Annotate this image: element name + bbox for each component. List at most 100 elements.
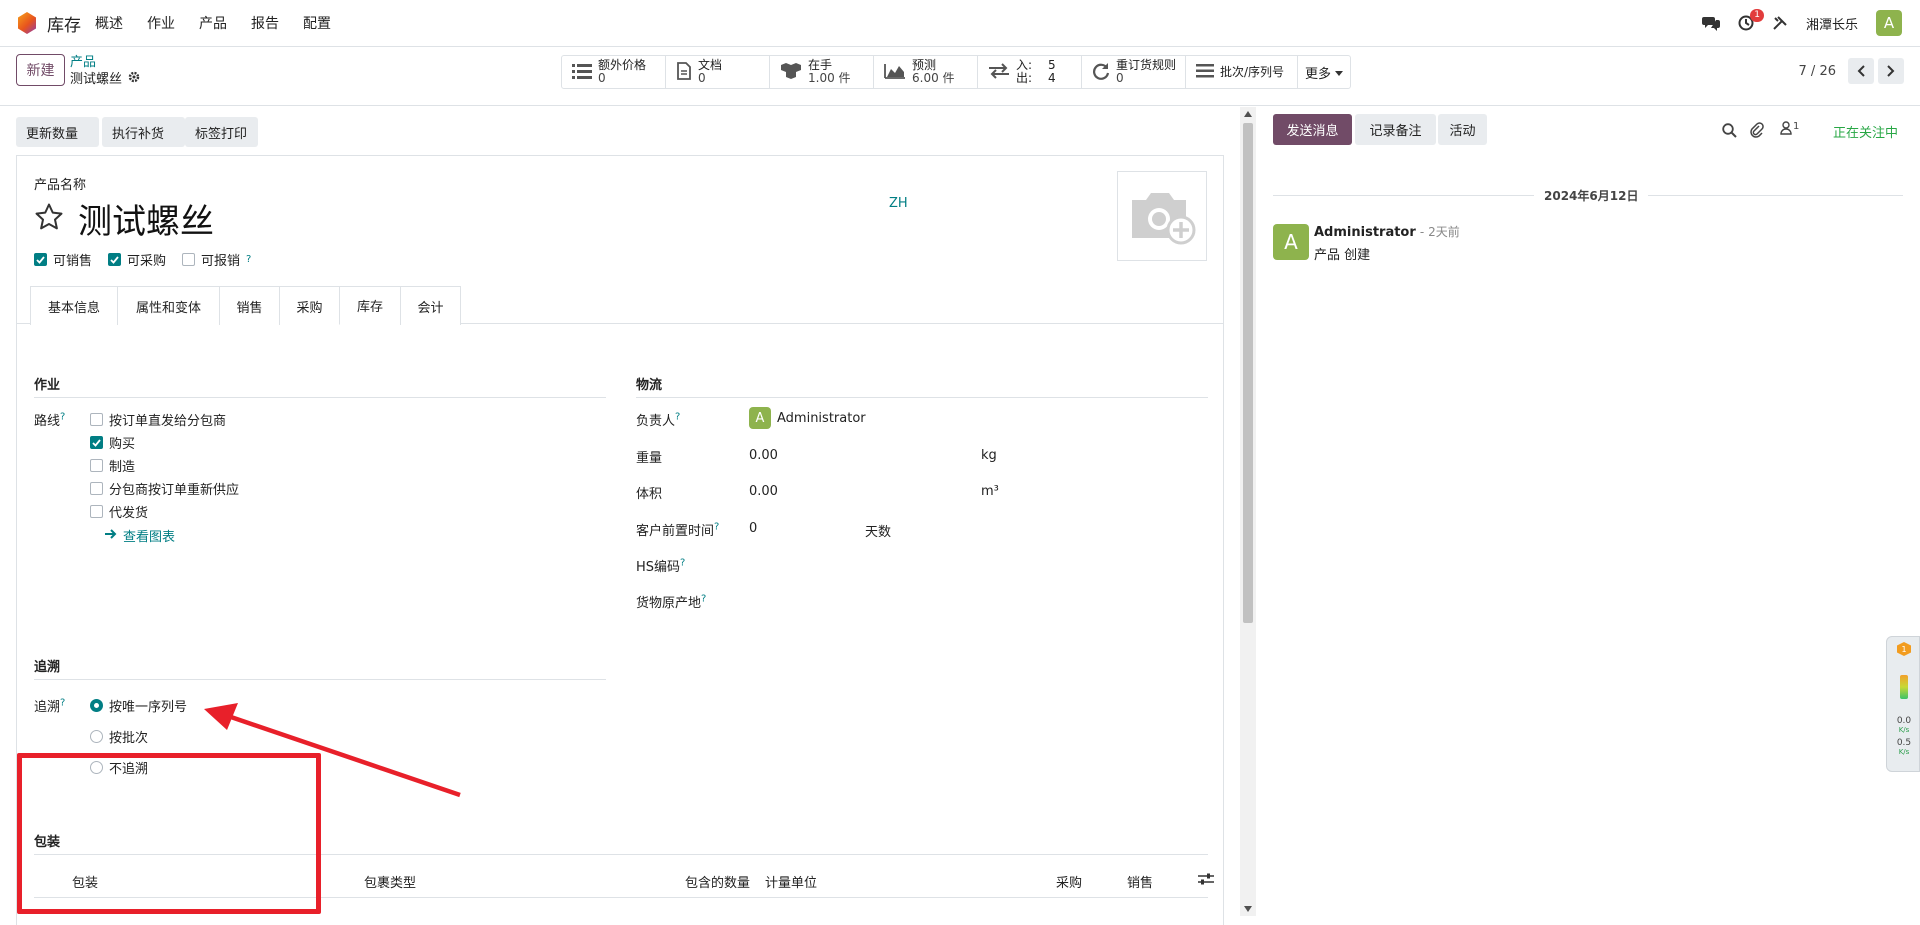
can-expense-checkbox[interactable]: 可报销? xyxy=(182,250,251,269)
app-logo-icon[interactable] xyxy=(16,12,38,34)
message-author[interactable]: Administrator xyxy=(1314,225,1416,240)
route-label: 代发货 xyxy=(109,506,149,521)
tab-attributes-variants[interactable]: 属性和变体 xyxy=(117,286,220,325)
breadcrumb-parent[interactable]: 产品 xyxy=(70,54,140,71)
chat-icon[interactable] xyxy=(1701,15,1720,31)
pager-next-button[interactable] xyxy=(1878,58,1904,84)
product-name-input[interactable]: 测试螺丝 xyxy=(78,194,214,243)
stat-on-hand[interactable]: 在手 1.00 件 xyxy=(770,56,874,88)
tab-accounting[interactable]: 会计 xyxy=(400,286,461,325)
view-diagram-link[interactable]: 查看图表 xyxy=(105,526,175,545)
lead-label-text: 客户前置时间 xyxy=(636,524,715,539)
user-avatar[interactable]: A xyxy=(1876,10,1902,36)
send-message-button[interactable]: 发送消息 xyxy=(1273,114,1352,145)
help-tooltip-icon[interactable]: ? xyxy=(714,522,719,533)
network-monitor-widget[interactable]: 1 0.0 K/s 0.5 K/s xyxy=(1886,636,1920,772)
help-tooltip-icon[interactable]: ? xyxy=(60,698,65,709)
upload-unit: K/s xyxy=(1898,726,1910,734)
tab-sales[interactable]: 销售 xyxy=(219,286,280,325)
stat-documents[interactable]: 文档 0 xyxy=(666,56,770,88)
responsible-value: Administrator xyxy=(777,410,866,426)
route-buy[interactable]: 购买 xyxy=(90,433,135,452)
route-dropship[interactable]: 代发货 xyxy=(90,502,148,521)
message-header: Administrator - 2天前 xyxy=(1314,223,1460,240)
help-tooltip-icon[interactable]: ? xyxy=(701,594,706,605)
more-label: 更多 xyxy=(1304,66,1331,82)
menu-operations[interactable]: 作业 xyxy=(147,13,175,33)
column-contained-qty[interactable]: 包含的数量 xyxy=(685,872,750,891)
can-purchase-checkbox[interactable]: 可采购 xyxy=(108,250,166,269)
column-package-type[interactable]: 包裹类型 xyxy=(364,872,416,891)
menu-configuration[interactable]: 配置 xyxy=(303,13,331,33)
can-sell-checkbox[interactable]: 可销售 xyxy=(34,250,92,269)
form-scrollbar[interactable] xyxy=(1240,107,1256,916)
message-author-avatar[interactable]: A xyxy=(1273,224,1309,260)
column-purchase[interactable]: 采购 xyxy=(1056,872,1082,891)
update-quantity-button[interactable]: 更新数量 xyxy=(16,117,99,147)
gear-icon[interactable] xyxy=(128,71,140,88)
menu-reporting[interactable]: 报告 xyxy=(251,13,279,33)
app-brand[interactable]: 库存 xyxy=(47,11,81,36)
responsible-field[interactable]: A Administrator xyxy=(749,407,866,429)
stat-value: 0 xyxy=(698,71,706,85)
customer-lead-time-input[interactable]: 0 xyxy=(749,521,757,536)
print-labels-button[interactable]: 标签打印 xyxy=(185,117,258,147)
language-toggle[interactable]: ZH xyxy=(889,196,908,211)
more-dropdown[interactable]: 更多 xyxy=(1298,56,1350,88)
star-favorite-icon[interactable] xyxy=(34,202,64,236)
menu-products[interactable]: 产品 xyxy=(199,13,227,33)
paperclip-icon[interactable] xyxy=(1750,122,1764,142)
help-tooltip-icon[interactable]: ? xyxy=(675,412,680,423)
tab-purchase[interactable]: 采购 xyxy=(279,286,340,325)
company-name[interactable]: 湘潭长乐 xyxy=(1806,14,1858,33)
smart-buttons: 额外价格 0 文档 0 在手 1.00 件 预测 6.00 件 入: 5 出: 4 重订货规… xyxy=(561,55,1351,89)
stat-reorder-rules[interactable]: 重订货规则 0 xyxy=(1082,56,1186,88)
product-image-placeholder[interactable] xyxy=(1117,171,1207,261)
scroll-up-icon[interactable] xyxy=(1244,111,1252,117)
logistics-heading: 物流 xyxy=(636,374,1208,398)
tracking-by-serial-radio[interactable]: 按唯一序列号 xyxy=(90,696,187,715)
activity-clock-icon[interactable]: 1 xyxy=(1738,9,1764,31)
help-tooltip-icon[interactable]: ? xyxy=(60,412,65,423)
volume-input[interactable]: 0.00 xyxy=(749,484,778,499)
routes-label-text: 路线 xyxy=(34,414,61,429)
followers-button[interactable]: 1 xyxy=(1780,121,1799,139)
following-status-button[interactable]: 正在关注中 xyxy=(1833,122,1898,141)
route-resupply-subcontractor[interactable]: 分包商按订单重新供应 xyxy=(90,479,239,498)
stat-forecast[interactable]: 预测 6.00 件 xyxy=(874,56,978,88)
caret-down-icon xyxy=(1335,65,1343,80)
search-icon[interactable] xyxy=(1722,123,1737,142)
tracking-by-lot-radio[interactable]: 按批次 xyxy=(90,727,148,746)
tab-inventory[interactable]: 库存 xyxy=(339,286,401,325)
scroll-down-icon[interactable] xyxy=(1244,906,1252,912)
weight-label: 重量 xyxy=(636,451,663,466)
pager-previous-button[interactable] xyxy=(1848,58,1874,84)
routes-label: 路线? xyxy=(34,410,65,429)
stat-in-out[interactable]: 入: 5 出: 4 xyxy=(978,56,1082,88)
replenish-button[interactable]: 执行补货 xyxy=(102,117,185,147)
pager-value[interactable]: 7 / 26 xyxy=(1799,64,1836,79)
radio-label: 按批次 xyxy=(109,731,149,746)
stat-extra-price[interactable]: 额外价格 0 xyxy=(562,56,666,88)
log-note-button[interactable]: 记录备注 xyxy=(1355,114,1436,145)
help-tooltip-icon[interactable]: ? xyxy=(680,558,685,569)
customer-lead-time-label: 客户前置时间? xyxy=(636,520,719,539)
route-manufacture[interactable]: 制造 xyxy=(90,456,135,475)
breadcrumb-current: 测试螺丝 xyxy=(70,72,123,87)
help-tooltip-icon[interactable]: ? xyxy=(246,254,251,265)
can-purchase-label: 可采购 xyxy=(127,254,167,269)
activity-button[interactable]: 活动 xyxy=(1438,114,1487,145)
sliders-optional-columns-icon[interactable] xyxy=(1198,873,1214,889)
new-button[interactable]: 新建 xyxy=(16,54,65,86)
column-sales[interactable]: 销售 xyxy=(1127,872,1153,891)
stat-lots-serials[interactable]: 批次/序列号 xyxy=(1186,56,1298,88)
debug-tools-icon[interactable] xyxy=(1772,15,1788,31)
widget-badge: 1 xyxy=(1897,642,1911,656)
tab-general-info[interactable]: 基本信息 xyxy=(30,286,118,325)
route-label: 按订单直发给分包商 xyxy=(109,414,227,429)
weight-input[interactable]: 0.00 xyxy=(749,448,778,463)
menu-overview[interactable]: 概述 xyxy=(95,13,123,33)
scrollbar-thumb[interactable] xyxy=(1243,123,1253,623)
column-uom[interactable]: 计量单位 xyxy=(765,872,817,891)
route-dropship-subcontractor[interactable]: 按订单直发给分包商 xyxy=(90,410,226,429)
